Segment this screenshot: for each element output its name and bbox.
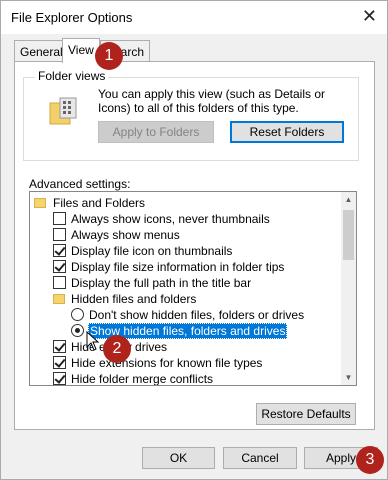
step-badge-3: 3 [356,446,384,474]
apply-to-folders-button[interactable]: Apply to Folders [98,121,214,143]
scroll-up-icon[interactable]: ▲ [341,192,356,207]
folder-views-description: You can apply this view (such as Details… [98,87,326,115]
scroll-thumb[interactable] [343,210,354,260]
show-hidden-radio[interactable] [71,324,84,337]
hide-empty-drives-checkbox[interactable] [53,340,66,353]
window-title: File Explorer Options [11,10,133,25]
display-full-path-checkbox[interactable] [53,276,66,289]
dont-show-hidden-radio[interactable] [71,308,84,321]
advanced-settings-list[interactable]: Files and Folders Always show icons, nev… [29,191,357,386]
list-scrollbar[interactable]: ▲ ▼ [341,192,356,385]
reset-folders-button[interactable]: Reset Folders [230,121,344,143]
tab-view[interactable]: View [62,38,100,63]
step-badge-2: 2 [103,335,131,363]
scroll-down-icon[interactable]: ▼ [341,370,356,385]
hide-extensions-checkbox[interactable] [53,356,66,369]
file-explorer-options-dialog: File Explorer Options ✕ General View Sea… [0,0,388,480]
always-show-menus-checkbox[interactable] [53,228,66,241]
tab-general[interactable]: General [14,40,69,62]
advanced-settings-label: Advanced settings: [29,177,131,191]
ok-button[interactable]: OK [142,447,215,469]
cancel-button[interactable]: Cancel [223,447,297,469]
folder-views-label: Folder views [35,69,109,83]
folder-icon [53,294,65,304]
display-file-size-checkbox[interactable] [53,260,66,273]
hide-folder-merge-checkbox[interactable] [53,372,66,385]
restore-defaults-button[interactable]: Restore Defaults [256,403,356,425]
title-bar: File Explorer Options ✕ [1,1,387,34]
always-show-icons-checkbox[interactable] [53,212,66,225]
display-file-icon-checkbox[interactable] [53,244,66,257]
close-icon[interactable]: ✕ [362,6,377,27]
folder-icon [34,198,46,208]
mouse-cursor-icon [86,331,100,351]
folder-view-icon [49,97,77,125]
step-badge-1: 1 [95,42,123,70]
